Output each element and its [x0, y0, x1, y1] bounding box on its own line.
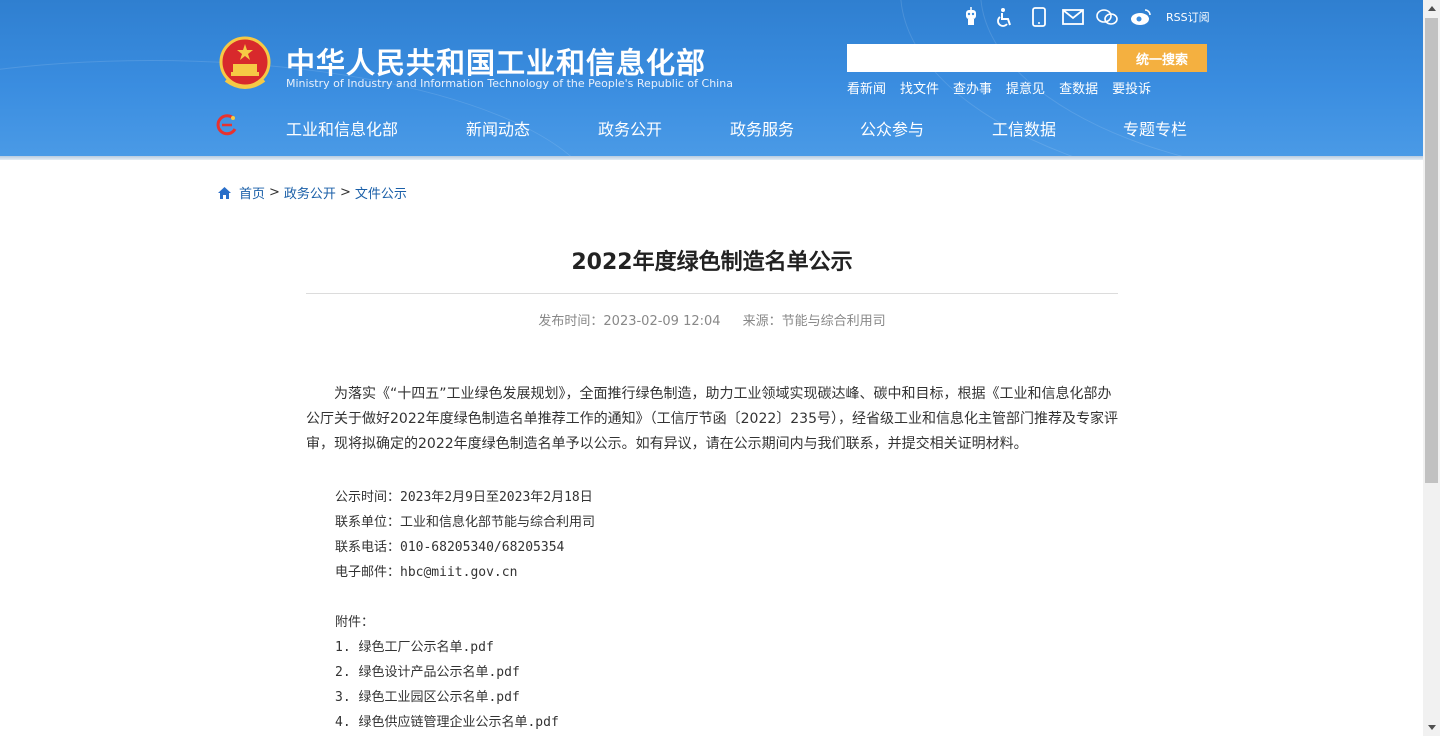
- quick-link-services[interactable]: 查办事: [953, 78, 992, 97]
- notice-period: 公示时间：2023年2月9日至2023年2月18日: [335, 490, 593, 505]
- article-meta: 发布时间：2023-02-09 12:04 来源：节能与综合利用司: [306, 310, 1118, 329]
- rss-link[interactable]: RSS订阅: [1166, 9, 1210, 25]
- breadcrumb-separator: >: [339, 185, 351, 200]
- header-divider: [0, 156, 1423, 160]
- publish-time: 发布时间：2023-02-09 12:04: [538, 314, 721, 329]
- scroll-down-arrow-icon[interactable]: [1423, 719, 1440, 736]
- title-divider: [306, 293, 1118, 294]
- breadcrumb-file-notice[interactable]: 文件公示: [355, 183, 407, 202]
- nav-item-gov-services[interactable]: 政务服务: [730, 116, 794, 140]
- mail-icon[interactable]: [1062, 6, 1084, 28]
- contact-email: 电子邮件：hbc@miit.gov.cn: [335, 565, 518, 580]
- quick-link-feedback[interactable]: 提意见: [1006, 78, 1045, 97]
- mobile-icon[interactable]: [1028, 6, 1050, 28]
- nav-item-data[interactable]: 工信数据: [992, 116, 1056, 140]
- quick-link-data[interactable]: 查数据: [1059, 78, 1098, 97]
- main-nav: 工业和信息化部 新闻动态 政务公开 政务服务 公众参与 工信数据 专题专栏: [216, 112, 1216, 142]
- search-button[interactable]: 统一搜索: [1117, 44, 1207, 72]
- site-header: 中华人民共和国工业和信息化部 Ministry of Industry and …: [0, 0, 1423, 156]
- attachment-link[interactable]: 1. 绿色工厂公示名单.pdf: [335, 636, 494, 655]
- scrollbar-thumb[interactable]: [1425, 18, 1438, 483]
- site-subtitle: Ministry of Industry and Information Tec…: [286, 77, 733, 90]
- weibo-icon[interactable]: [1130, 6, 1152, 28]
- contact-unit: 联系单位：工业和信息化部节能与综合利用司: [335, 515, 596, 530]
- quick-link-files[interactable]: 找文件: [900, 78, 939, 97]
- search-input[interactable]: [847, 44, 1117, 72]
- attachment-link[interactable]: 4. 绿色供应链管理企业公示名单.pdf: [335, 711, 559, 730]
- breadcrumb: 首页 > 政务公开 > 文件公示: [217, 183, 407, 202]
- nav-item-ministry[interactable]: 工业和信息化部: [286, 116, 398, 140]
- quick-link-news[interactable]: 看新闻: [847, 78, 886, 97]
- attachments-label: 附件：: [335, 615, 375, 630]
- accessibility-icon[interactable]: [994, 6, 1016, 28]
- home-icon[interactable]: [217, 186, 232, 200]
- breadcrumb-home[interactable]: 首页: [239, 183, 265, 202]
- e-gov-logo-icon[interactable]: [216, 114, 238, 136]
- quick-links: 看新闻 找文件 查办事 提意见 查数据 要投诉: [847, 78, 1151, 97]
- robot-icon[interactable]: [960, 6, 982, 28]
- nav-item-gov-affairs[interactable]: 政务公开: [598, 116, 662, 140]
- national-emblem-logo[interactable]: [218, 36, 272, 92]
- vertical-scrollbar[interactable]: [1423, 0, 1440, 736]
- contact-phone: 联系电话：010-68205340/68205354: [335, 540, 565, 555]
- article-paragraph: 为落实《“十四五”工业绿色发展规划》，全面推行绿色制造，助力工业领域实现碳达峰、…: [306, 386, 1118, 452]
- article-source: 来源：节能与综合利用司: [742, 314, 886, 329]
- nav-item-public-participation[interactable]: 公众参与: [860, 116, 924, 140]
- breadcrumb-separator: >: [269, 185, 280, 200]
- attachment-link[interactable]: 3. 绿色工业园区公示名单.pdf: [335, 686, 520, 705]
- article-title: 2022年度绿色制造名单公示: [571, 250, 853, 275]
- top-toolbar: RSS订阅: [960, 6, 1210, 28]
- attachment-link[interactable]: 2. 绿色设计产品公示名单.pdf: [335, 661, 520, 680]
- quick-link-complaint[interactable]: 要投诉: [1112, 78, 1151, 97]
- nav-item-news[interactable]: 新闻动态: [466, 116, 530, 140]
- nav-item-topics[interactable]: 专题专栏: [1123, 116, 1187, 140]
- wechat-icon[interactable]: [1096, 6, 1118, 28]
- breadcrumb-gov-affairs[interactable]: 政务公开: [284, 183, 336, 202]
- site-title[interactable]: 中华人民共和国工业和信息化部: [286, 40, 706, 82]
- scroll-up-arrow-icon[interactable]: [1423, 0, 1440, 17]
